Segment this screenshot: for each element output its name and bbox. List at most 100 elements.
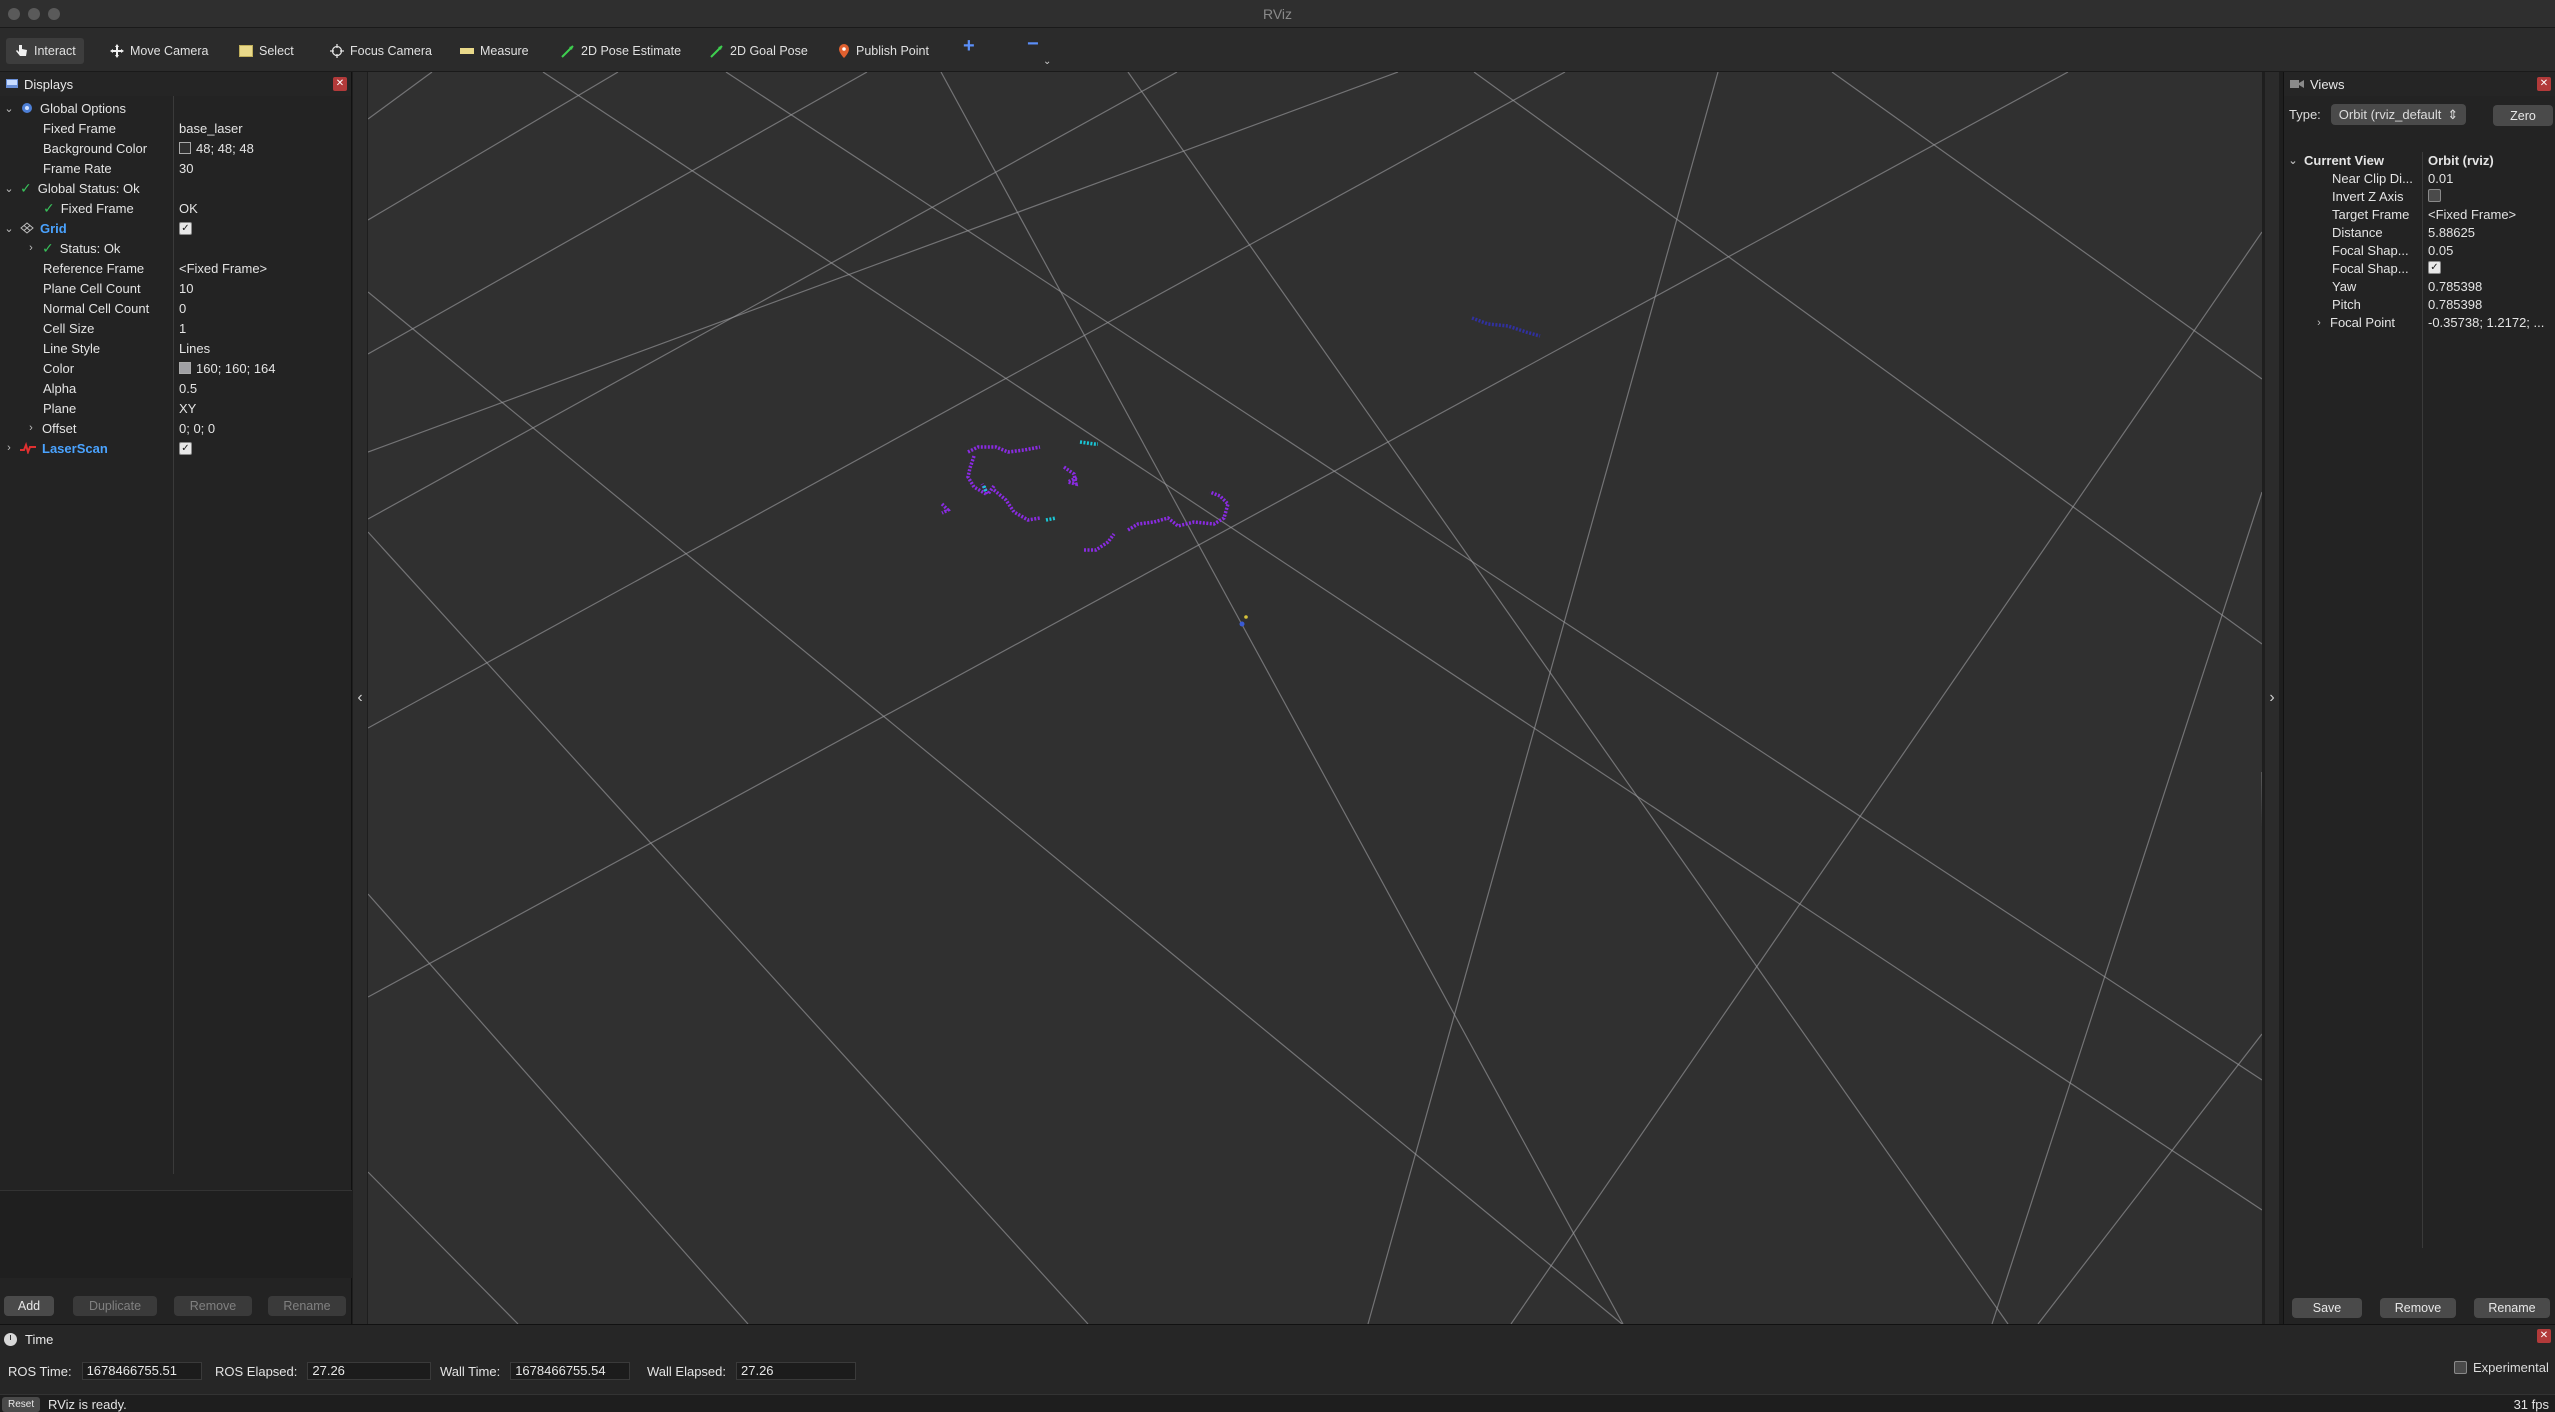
view-type-select[interactable]: Orbit (rviz_default ⇕ (2330, 104, 2467, 125)
experimental-option[interactable]: Experimental (2454, 1360, 2549, 1375)
ros-time-label: ROS Time: (8, 1363, 72, 1379)
wall-elapsed-field[interactable]: 27.26 (736, 1362, 856, 1380)
close-icon[interactable]: ✕ (2537, 1329, 2551, 1343)
color-value[interactable]: 160; 160; 164 (196, 361, 276, 376)
grid-enabled-checkbox[interactable]: ✓ (179, 221, 192, 235)
normal-cell-count-value[interactable]: 0 (179, 301, 186, 316)
reference-frame-value[interactable]: <Fixed Frame> (179, 261, 267, 276)
view-row-pitch[interactable]: Pitch 0.785398 (2284, 297, 2555, 315)
tree-row-offset[interactable]: › Offset 0; 0; 0 (0, 418, 352, 438)
expand-arrow-icon[interactable]: ⌄ (4, 102, 14, 115)
ros-time-field[interactable]: 1678466755.51 (81, 1362, 202, 1380)
save-view-button[interactable]: Save (2292, 1298, 2362, 1318)
tool-2d-goal-pose[interactable]: 2D Goal Pose (710, 40, 808, 62)
fixed-frame-value[interactable]: base_laser (179, 121, 243, 136)
view-row-yaw[interactable]: Yaw 0.785398 (2284, 279, 2555, 297)
expand-arrow-icon[interactable]: › (2314, 317, 2324, 329)
pitch-value[interactable]: 0.785398 (2428, 297, 2482, 312)
tree-row-alpha[interactable]: Alpha 0.5 (0, 378, 352, 398)
grid-and-scan-canvas[interactable] (368, 72, 2262, 1324)
rename-display-button[interactable]: Rename (268, 1296, 346, 1316)
tree-row-cell-size[interactable]: Cell Size 1 (0, 318, 352, 338)
target-frame-value[interactable]: <Fixed Frame> (2428, 207, 2516, 222)
alpha-value[interactable]: 0.5 (179, 381, 197, 396)
laserscan-enabled-checkbox[interactable]: ✓ (179, 441, 192, 455)
remove-display-button[interactable]: Remove (174, 1296, 252, 1316)
experimental-checkbox[interactable] (2454, 1361, 2467, 1374)
tool-select[interactable]: Select (239, 40, 294, 62)
left-panel-collapse-handle[interactable]: ‹ (353, 72, 367, 1324)
tree-row-fixed-frame[interactable]: Fixed Frame base_laser (0, 118, 352, 138)
view-row-invert-z[interactable]: Invert Z Axis (2284, 189, 2555, 207)
expand-arrow-icon[interactable]: ⌄ (2288, 154, 2298, 167)
expand-arrow-icon[interactable]: › (4, 442, 14, 454)
view-row-target-frame[interactable]: Target Frame <Fixed Frame> (2284, 207, 2555, 225)
background-color-value[interactable]: 48; 48; 48 (196, 141, 254, 156)
right-panel-collapse-handle[interactable]: › (2265, 72, 2279, 1324)
wall-time-group: Wall Time: 1678466755.54 (440, 1362, 631, 1380)
view-row-focal-point[interactable]: › Focal Point -0.35738; 1.2172; ... (2284, 315, 2555, 333)
cell-size-value[interactable]: 1 (179, 321, 186, 336)
tree-row-global-options[interactable]: ⌄ Global Options (0, 98, 352, 118)
focal-shape-size-value[interactable]: 0.05 (2428, 243, 2453, 258)
color-swatch[interactable] (179, 142, 191, 154)
duplicate-display-button[interactable]: Duplicate (73, 1296, 157, 1316)
expand-arrow-icon[interactable]: ⌄ (4, 222, 14, 235)
remove-view-button[interactable]: Remove (2380, 1298, 2456, 1318)
near-clip-value[interactable]: 0.01 (2428, 171, 2453, 186)
tool-move-camera[interactable]: Move Camera (110, 40, 209, 62)
tree-row-grid-status[interactable]: › ✓ Status: Ok (0, 238, 352, 258)
tree-row-global-status[interactable]: ⌄ ✓ Global Status: Ok (0, 178, 352, 198)
invert-z-checkbox[interactable] (2428, 189, 2441, 202)
distance-value[interactable]: 5.88625 (2428, 225, 2475, 240)
3d-render-view[interactable] (368, 72, 2262, 1324)
yaw-value[interactable]: 0.785398 (2428, 279, 2482, 294)
ros-elapsed-group: ROS Elapsed: 27.26 (215, 1362, 432, 1380)
add-tool-button[interactable]: + (963, 35, 975, 58)
line-style-value[interactable]: Lines (179, 341, 210, 356)
chevron-down-icon[interactable]: ⌄ (1043, 56, 1051, 67)
color-swatch[interactable] (179, 362, 191, 374)
tool-measure[interactable]: Measure (460, 40, 529, 62)
reset-button[interactable]: Reset (2, 1397, 41, 1412)
plane-cell-count-value[interactable]: 10 (179, 281, 193, 296)
wall-time-field[interactable]: 1678466755.54 (510, 1362, 631, 1380)
remove-tool-button[interactable]: − (1027, 33, 1039, 56)
tree-row-plane[interactable]: Plane XY (0, 398, 352, 418)
chevron-left-icon[interactable]: ‹ (357, 689, 362, 707)
ros-elapsed-field[interactable]: 27.26 (307, 1362, 432, 1380)
expand-arrow-icon[interactable]: ⌄ (4, 182, 14, 195)
tree-row-line-style[interactable]: Line Style Lines (0, 338, 352, 358)
tree-row-status-fixed-frame[interactable]: ✓ Fixed Frame OK (0, 198, 352, 218)
tool-interact[interactable]: Interact (6, 38, 84, 64)
expand-arrow-icon[interactable]: › (26, 242, 36, 254)
tool-2d-pose-estimate[interactable]: 2D Pose Estimate (561, 40, 681, 62)
tool-focus-camera[interactable]: Focus Camera (330, 40, 432, 62)
view-row-current-view[interactable]: ⌄ Current View Orbit (rviz) (2284, 153, 2555, 171)
view-row-focal-shape-fixed[interactable]: Focal Shap... ✓ (2284, 261, 2555, 279)
view-row-focal-shape-size[interactable]: Focal Shap... 0.05 (2284, 243, 2555, 261)
tool-publish-point[interactable]: Publish Point (838, 40, 929, 62)
tree-row-reference-frame[interactable]: Reference Frame <Fixed Frame> (0, 258, 352, 278)
close-icon[interactable]: ✕ (2537, 77, 2551, 91)
tree-row-frame-rate[interactable]: Frame Rate 30 (0, 158, 352, 178)
chevron-right-icon[interactable]: › (2269, 689, 2274, 707)
offset-value[interactable]: 0; 0; 0 (179, 421, 215, 436)
rename-view-button[interactable]: Rename (2474, 1298, 2550, 1318)
tree-row-grid[interactable]: ⌄ Grid ✓ (0, 218, 352, 238)
add-display-button[interactable]: Add (4, 1296, 54, 1316)
plane-value[interactable]: XY (179, 401, 196, 416)
tree-row-background-color[interactable]: Background Color 48; 48; 48 (0, 138, 352, 158)
tree-row-color[interactable]: Color 160; 160; 164 (0, 358, 352, 378)
tree-row-plane-cell-count[interactable]: Plane Cell Count 10 (0, 278, 352, 298)
zero-button[interactable]: Zero (2493, 105, 2553, 126)
tree-row-normal-cell-count[interactable]: Normal Cell Count 0 (0, 298, 352, 318)
frame-rate-value[interactable]: 30 (179, 161, 193, 176)
close-icon[interactable]: ✕ (333, 77, 347, 91)
view-row-near-clip[interactable]: Near Clip Di... 0.01 (2284, 171, 2555, 189)
focal-shape-fixed-checkbox[interactable]: ✓ (2428, 261, 2441, 274)
focal-point-value[interactable]: -0.35738; 1.2172; ... (2428, 315, 2544, 330)
tree-row-laserscan[interactable]: › LaserScan ✓ (0, 438, 352, 458)
view-row-distance[interactable]: Distance 5.88625 (2284, 225, 2555, 243)
expand-arrow-icon[interactable]: › (26, 422, 36, 434)
